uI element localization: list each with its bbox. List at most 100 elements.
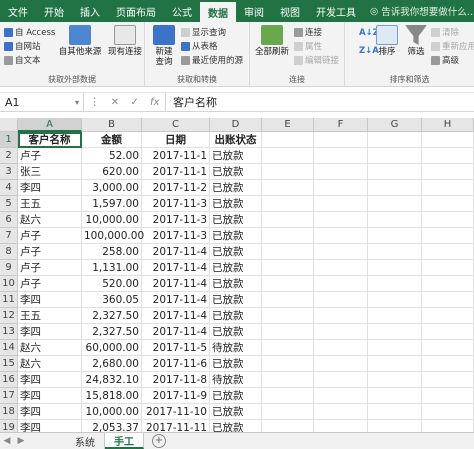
column-header-h[interactable]: H — [422, 118, 474, 132]
table-cell[interactable]: 100,000.00 — [82, 228, 144, 244]
table-cell[interactable] — [422, 404, 474, 420]
table-cell[interactable] — [314, 180, 368, 196]
from-text-button[interactable]: 自文本 — [4, 54, 41, 66]
table-cell[interactable]: 已放款 — [210, 196, 262, 212]
row-header[interactable]: 1 — [0, 132, 18, 148]
table-cell[interactable] — [314, 292, 368, 308]
ribbon-tab-5[interactable]: 数据 — [200, 0, 236, 22]
row-header[interactable]: 9 — [0, 260, 18, 276]
table-cell[interactable]: 李四 — [18, 388, 82, 404]
table-cell[interactable]: 620.00 — [82, 164, 142, 180]
row-header[interactable]: 12 — [0, 308, 18, 324]
table-cell[interactable]: 卢子 — [18, 244, 82, 260]
table-cell[interactable]: 2017-11-3 — [142, 212, 210, 228]
table-cell[interactable] — [314, 164, 368, 180]
sort-button[interactable]: 排序 — [373, 25, 401, 57]
filter-button[interactable]: 筛选 — [403, 25, 429, 57]
row-header[interactable]: 17 — [0, 388, 18, 404]
recent-sources-button[interactable]: 最近使用的源 — [181, 54, 243, 66]
table-cell[interactable]: 待放款 — [210, 340, 262, 356]
table-cell[interactable] — [262, 324, 314, 340]
table-cell[interactable] — [314, 340, 368, 356]
table-cell[interactable]: 已放款 — [210, 356, 262, 372]
show-queries-button[interactable]: 显示查询 — [181, 26, 226, 38]
table-cell[interactable]: 2017-11-4 — [142, 292, 210, 308]
row-header[interactable]: 5 — [0, 196, 18, 212]
table-cell[interactable] — [314, 244, 368, 260]
row-header[interactable]: 6 — [0, 212, 18, 228]
edit-links-button[interactable]: 编辑链接 — [294, 54, 339, 66]
table-cell[interactable]: 258.00 — [82, 244, 142, 260]
column-header-b[interactable]: B — [82, 118, 142, 132]
table-cell[interactable] — [368, 308, 422, 324]
ribbon-tab-1[interactable]: 开始 — [36, 0, 72, 22]
table-cell[interactable]: 张三 — [18, 164, 82, 180]
name-box[interactable]: A1 ▾ — [0, 93, 84, 111]
table-cell[interactable] — [262, 148, 314, 164]
row-header[interactable]: 13 — [0, 324, 18, 340]
table-cell[interactable] — [422, 228, 474, 244]
ribbon-tab-4[interactable]: 公式 — [164, 0, 200, 22]
sheet-tab-0[interactable]: 系统 — [66, 433, 105, 449]
table-cell[interactable]: 已放款 — [210, 180, 262, 196]
formula-input[interactable]: 客户名称 — [166, 94, 217, 110]
table-cell[interactable]: 李四 — [18, 324, 82, 340]
row-header[interactable]: 18 — [0, 404, 18, 420]
sheet-tab-1[interactable]: 手工 — [105, 433, 144, 449]
table-cell[interactable] — [422, 260, 474, 276]
table-cell[interactable] — [262, 164, 314, 180]
column-header-c[interactable]: C — [142, 118, 210, 132]
table-cell[interactable] — [422, 212, 474, 228]
table-cell[interactable]: 已放款 — [210, 292, 262, 308]
table-cell[interactable] — [422, 180, 474, 196]
table-cell[interactable]: 已放款 — [210, 228, 262, 244]
table-cell[interactable] — [262, 228, 314, 244]
table-cell[interactable] — [262, 276, 314, 292]
table-cell[interactable] — [368, 196, 422, 212]
from-other-sources-button[interactable]: 自其他来源 — [56, 25, 104, 57]
ribbon-tab-7[interactable]: 视图 — [272, 0, 308, 22]
table-cell[interactable] — [368, 228, 422, 244]
table-cell[interactable]: 已放款 — [210, 388, 262, 404]
table-cell[interactable] — [422, 308, 474, 324]
table-cell[interactable]: 2017-11-8 — [142, 372, 210, 388]
table-cell[interactable] — [262, 340, 314, 356]
table-cell[interactable] — [314, 196, 368, 212]
table-cell[interactable]: 2017-11-10 — [142, 404, 210, 420]
new-query-button[interactable]: 新建 查询 — [148, 25, 180, 67]
table-cell[interactable]: 已放款 — [210, 244, 262, 260]
ribbon-tab-0[interactable]: 文件 — [0, 0, 36, 22]
column-header-d[interactable]: D — [210, 118, 262, 132]
table-cell[interactable]: 1,131.00 — [82, 260, 142, 276]
table-cell[interactable]: 赵六 — [18, 340, 82, 356]
enter-icon[interactable]: ✓ — [130, 97, 138, 108]
fx-icon[interactable]: fx — [150, 97, 159, 108]
table-cell[interactable] — [368, 340, 422, 356]
table-cell[interactable] — [368, 356, 422, 372]
table-cell[interactable]: 2017-11-4 — [142, 244, 210, 260]
table-cell[interactable] — [368, 212, 422, 228]
header-cell[interactable]: 出账状态 — [210, 132, 262, 148]
table-cell[interactable]: 2017-11-4 — [142, 260, 210, 276]
table-cell[interactable] — [368, 276, 422, 292]
properties-button[interactable]: 属性 — [294, 40, 322, 52]
table-cell[interactable]: 2017-11-4 — [142, 308, 210, 324]
table-cell[interactable] — [314, 212, 368, 228]
table-cell[interactable]: 李四 — [18, 404, 82, 420]
table-cell[interactable] — [368, 148, 422, 164]
table-cell[interactable] — [262, 308, 314, 324]
tell-me-search[interactable]: ◎ 告诉我你想要做什么... — [364, 0, 474, 22]
table-cell[interactable]: 2017-11-9 — [142, 388, 210, 404]
advanced-filter-button[interactable]: 高级 — [431, 54, 459, 66]
row-header[interactable]: 4 — [0, 180, 18, 196]
header-cell[interactable]: 日期 — [142, 132, 210, 148]
header-cell[interactable]: 客户名称 — [18, 132, 82, 148]
table-cell[interactable] — [368, 180, 422, 196]
table-cell[interactable]: 60,000.00 — [82, 340, 142, 356]
table-cell[interactable] — [368, 404, 422, 420]
table-cell[interactable] — [368, 244, 422, 260]
table-cell[interactable]: 2017-11-4 — [142, 276, 210, 292]
table-cell[interactable] — [262, 356, 314, 372]
sheet-next-icon[interactable]: ▶ — [14, 436, 28, 446]
header-cell[interactable] — [314, 132, 368, 148]
